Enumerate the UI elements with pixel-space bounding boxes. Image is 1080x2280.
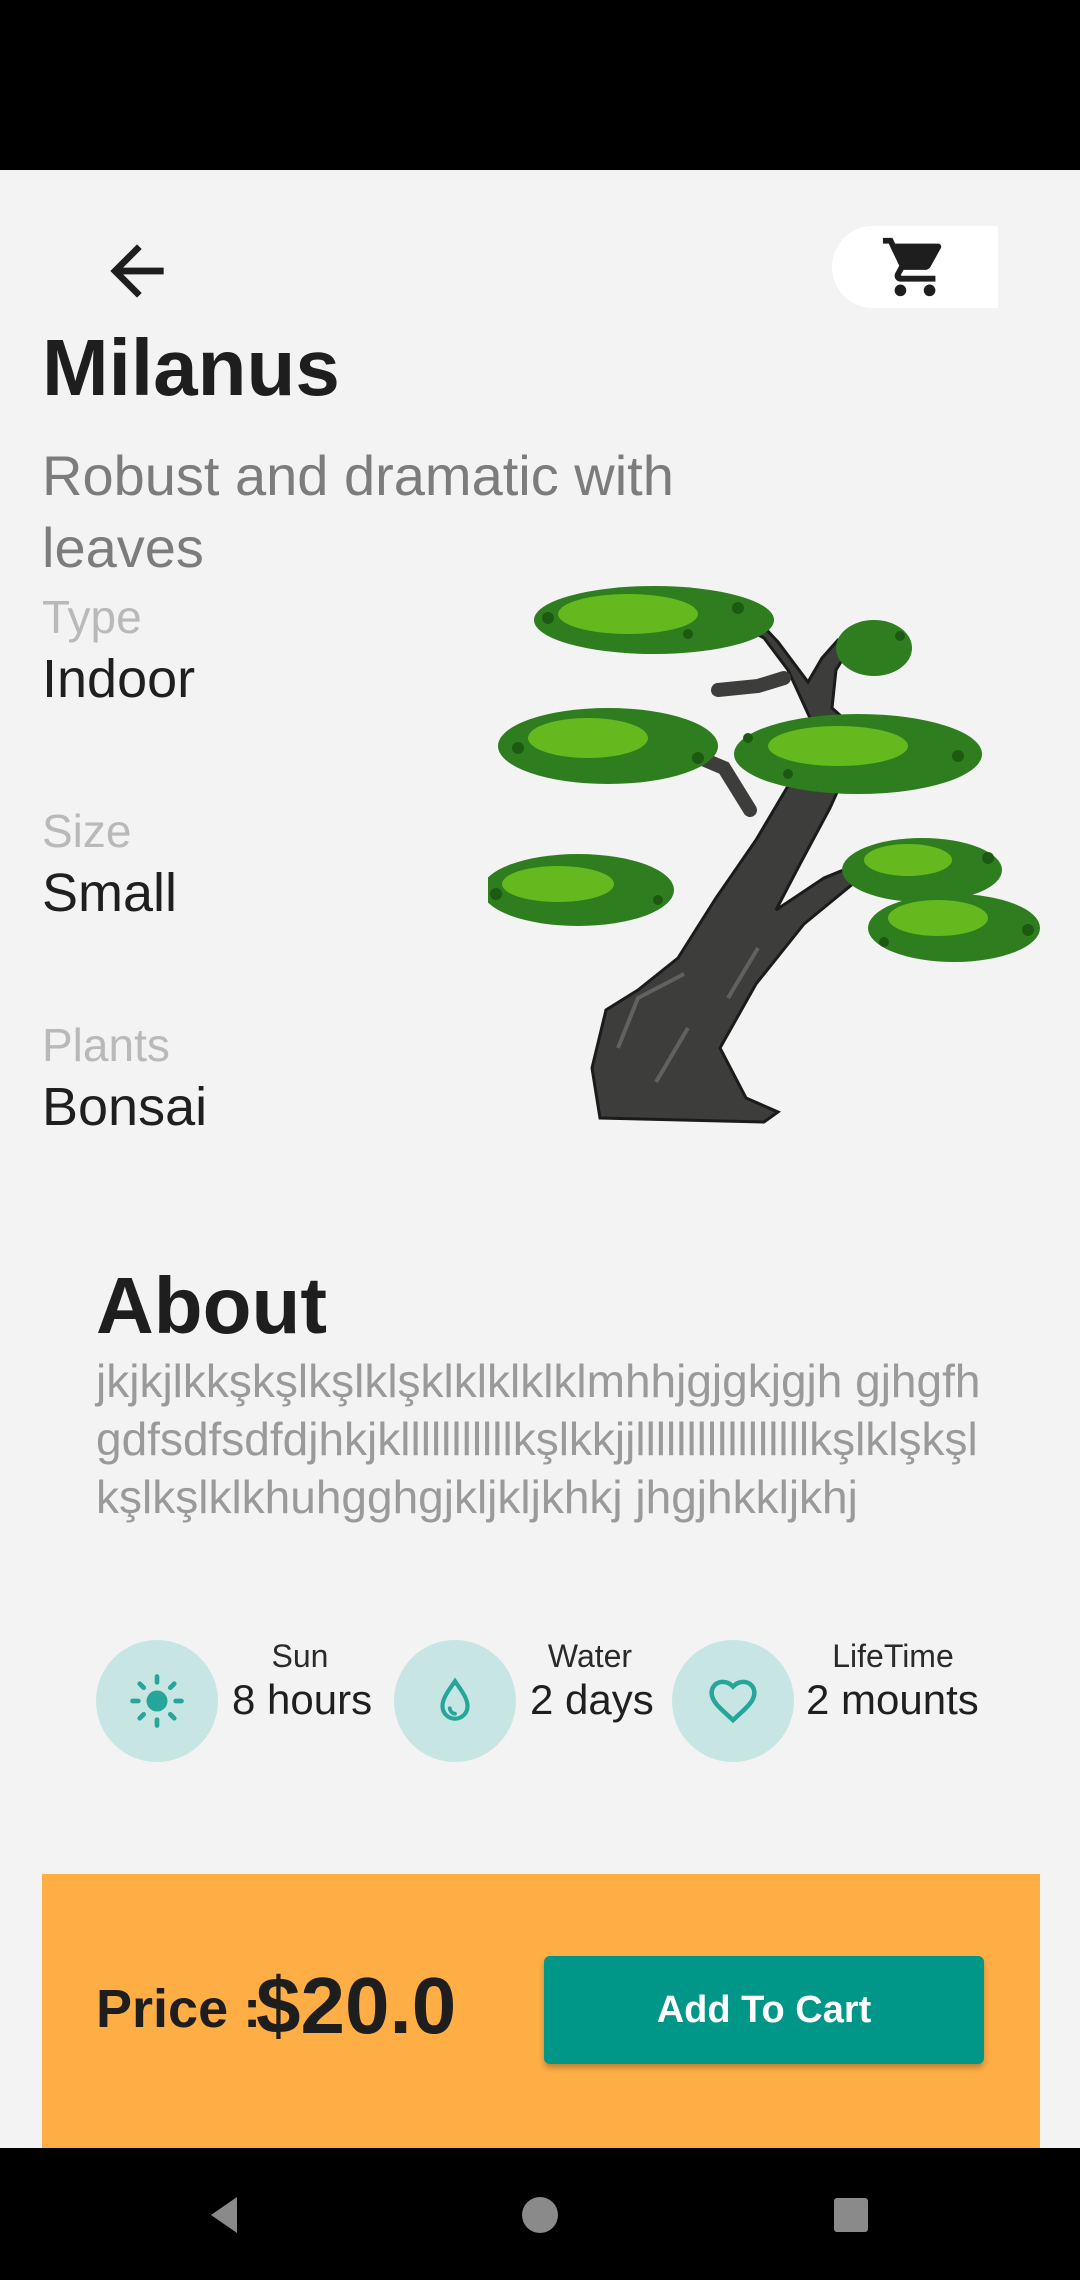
heart-icon [709,1679,757,1724]
spec-size-value: Small [42,863,178,923]
product-title: Milanus [42,323,340,412]
spec-plants-value: Bonsai [42,1077,208,1137]
status-bar [0,0,1080,170]
care-sun-label: Sun [271,1638,329,1674]
about-text: jkjkjlkkşkşlkşlklşklklklklklmhhjgjgkjgjh… [96,1355,981,1523]
spec-type-label: Type [42,591,142,643]
plant-detail-screen: Milanus Robust and dramatic with leaves … [0,170,1080,2148]
nav-recents-icon [834,2198,868,2232]
nav-recents-button[interactable] [816,2180,886,2250]
care-sun-value: 8 hours [232,1676,373,1723]
care-water-value: 2 days [530,1676,654,1723]
care-lifetime-label: LifeTime [832,1638,954,1674]
nav-back-button[interactable] [190,2180,260,2250]
system-nav-bar [0,2148,1080,2280]
about-heading: About [96,1261,328,1350]
heart-icon-circle [672,1640,794,1762]
bonsai-tree-illustration [488,586,1040,1124]
sun-icon [130,1674,184,1728]
price-label: Price : [96,1979,262,2039]
care-water-label: Water [547,1638,633,1674]
nav-home-button[interactable] [505,2180,575,2250]
water-icon-circle [394,1640,516,1762]
cart-button[interactable] [832,226,998,308]
spec-plants-label: Plants [42,1019,170,1071]
add-to-cart-button[interactable]: Add To Cart [544,1956,984,2064]
back-button[interactable] [92,226,182,316]
water-drop-icon [440,1677,470,1721]
spec-type-value: Indoor [42,649,196,709]
price-panel: Price : $20.0 Add To Cart [42,1874,1040,2148]
arrow-left-icon [110,244,164,298]
shopping-cart-icon [882,237,942,297]
sun-icon-circle [96,1640,218,1762]
nav-back-icon [211,2197,237,2233]
spec-size-label: Size [42,805,132,857]
nav-home-icon [522,2197,558,2233]
price-value: $20.0 [256,1961,457,2050]
product-description: Robust and dramatic with leaves [42,444,674,579]
care-lifetime-value: 2 mounts [806,1676,979,1723]
